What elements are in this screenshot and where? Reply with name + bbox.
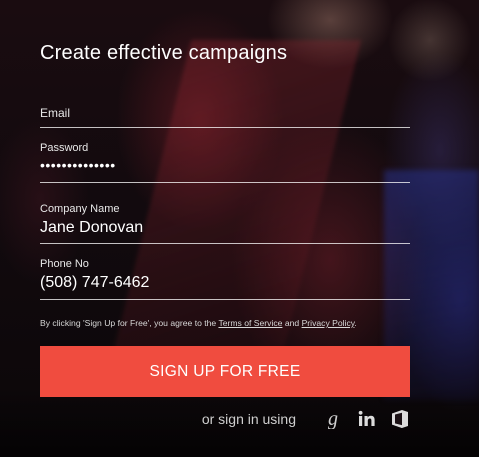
- company-name-field[interactable]: Company Name Jane Donovan: [40, 203, 410, 244]
- terms-of-service-link[interactable]: Terms of Service: [218, 318, 282, 328]
- password-value[interactable]: ••••••••••••••: [40, 157, 410, 173]
- privacy-policy-link[interactable]: Privacy Policy: [302, 318, 355, 328]
- password-label: Password: [40, 142, 89, 154]
- company-name-label: Company Name: [40, 203, 120, 215]
- linkedin-icon[interactable]: [357, 409, 377, 429]
- office-icon[interactable]: [390, 409, 410, 429]
- terms-prefix: By clicking 'Sign Up for Free', you agre…: [40, 318, 219, 328]
- phone-field[interactable]: Phone No (508) 747-6462: [40, 258, 410, 300]
- social-sign-in: or sign in using g: [202, 408, 410, 430]
- password-field[interactable]: Password ••••••••••••••: [40, 142, 410, 183]
- phone-label: Phone No: [40, 258, 89, 270]
- svg-text:g: g: [328, 409, 338, 429]
- email-label: Email: [40, 106, 71, 120]
- terms-and: and: [282, 318, 302, 328]
- social-sign-in-label: or sign in using: [201, 411, 296, 427]
- terms-notice: By clicking 'Sign Up for Free', you agre…: [40, 318, 357, 328]
- google-icon[interactable]: g: [324, 409, 344, 429]
- email-field[interactable]: Email: [40, 106, 410, 128]
- sign-up-button[interactable]: SIGN UP FOR FREE: [40, 346, 410, 397]
- terms-suffix: .: [354, 318, 357, 328]
- company-name-value[interactable]: Jane Donovan: [40, 219, 410, 237]
- phone-value[interactable]: (508) 747-6462: [40, 274, 410, 292]
- form-title: Create effective campaigns: [40, 42, 288, 64]
